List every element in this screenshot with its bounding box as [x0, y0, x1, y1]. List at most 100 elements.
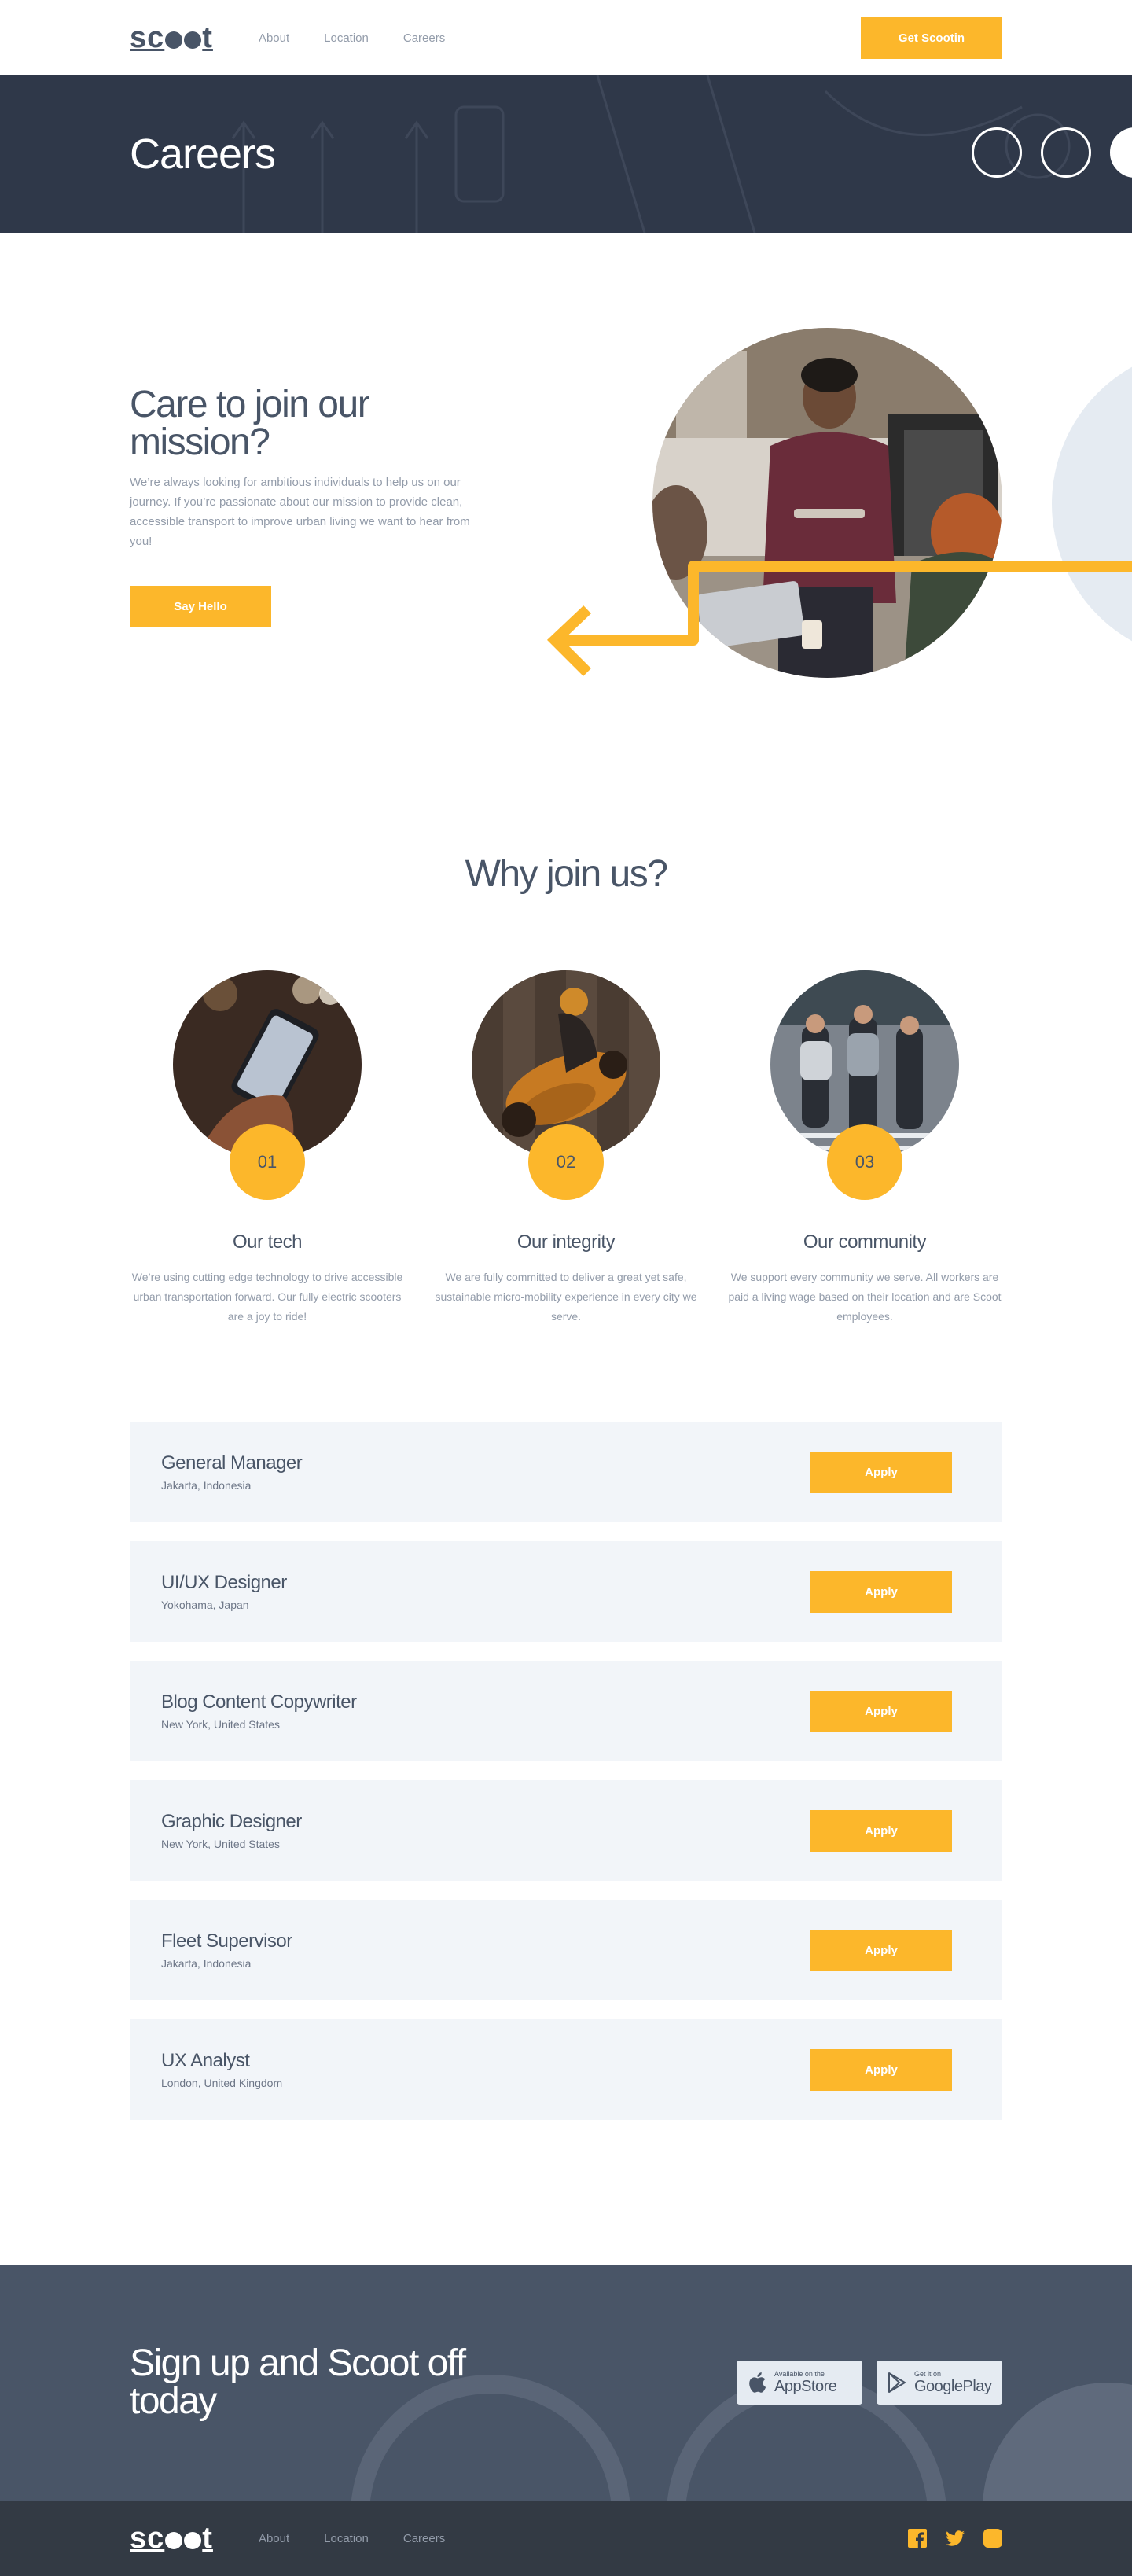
banner-decoration — [972, 127, 1132, 178]
appstore-small-text: Available on the — [774, 2369, 825, 2378]
facebook-icon[interactable] — [908, 2529, 927, 2548]
job-info: Graphic Designer New York, United States — [161, 1811, 810, 1850]
feature-card: 03 Our community We support every commun… — [727, 970, 1002, 1327]
ring-decoration — [972, 127, 1022, 178]
arrow-decoration — [546, 561, 1132, 676]
apply-button[interactable]: Apply — [810, 1690, 952, 1732]
get-scootin-button[interactable]: Get Scootin — [861, 17, 1002, 59]
job-row: Graphic Designer New York, United States… — [130, 1780, 1002, 1881]
ring-decoration — [1041, 127, 1091, 178]
feature-title: Our tech — [232, 1231, 303, 1253]
signup-heading: Sign up and Scoot off today — [130, 2342, 466, 2422]
logo-dot — [165, 2532, 183, 2549]
twitter-icon[interactable] — [946, 2529, 965, 2548]
why-heading: Why join us? — [465, 853, 668, 895]
page-banner: Careers — [0, 75, 1132, 233]
intro-copy: Care to join our mission? We’re always l… — [130, 386, 476, 627]
job-title: General Manager — [161, 1452, 303, 1474]
page-title: Careers — [130, 131, 276, 178]
say-hello-button[interactable]: Say Hello — [130, 586, 271, 627]
job-row: UI/UX Designer Yokohama, Japan Apply — [130, 1541, 1002, 1642]
logo-dot — [165, 31, 183, 49]
job-title: UI/UX Designer — [161, 1572, 287, 1593]
job-info: UI/UX Designer Yokohama, Japan — [161, 1572, 810, 1611]
job-row: Fleet Supervisor Jakarta, Indonesia Appl… — [130, 1900, 1002, 2000]
feature-body: We’re using cutting edge technology to d… — [131, 1271, 403, 1323]
intro-section: Care to join our mission? We’re always l… — [0, 233, 1132, 783]
logo-text-start: sc — [130, 2522, 165, 2555]
feature-list: 01 Our tech We’re using cutting edge tec… — [130, 970, 1002, 1327]
ring-decoration — [1110, 127, 1132, 178]
job-title: UX Analyst — [161, 2050, 250, 2071]
job-list: General Manager Jakarta, Indonesia Apply… — [130, 1373, 1002, 2265]
facebook-glyph — [908, 2529, 927, 2548]
footer-nav-about[interactable]: About — [259, 2532, 289, 2545]
footer-logo[interactable]: sc t — [130, 2523, 213, 2553]
job-location: New York, United States — [161, 1718, 280, 1731]
instagram-icon[interactable] — [983, 2529, 1002, 2548]
apply-button[interactable]: Apply — [810, 1929, 952, 1971]
feature-title: Our community — [803, 1231, 927, 1253]
play-icon — [888, 2372, 906, 2393]
apply-button[interactable]: Apply — [810, 1451, 952, 1493]
nav-location[interactable]: Location — [324, 31, 369, 45]
feature-number: 02 — [528, 1124, 604, 1200]
job-location: Yokohama, Japan — [161, 1599, 249, 1611]
feature-title: Our integrity — [516, 1231, 616, 1253]
signup-section: Sign up and Scoot off today Available on… — [0, 2265, 1132, 2501]
job-info: Blog Content Copywriter New York, United… — [161, 1691, 810, 1731]
apple-icon — [749, 2372, 766, 2393]
feature-body: We are fully committed to deliver a grea… — [435, 1271, 697, 1323]
job-row: UX Analyst London, United Kingdom Apply — [130, 2019, 1002, 2120]
feature-card: 02 Our integrity We are fully committed … — [428, 970, 704, 1327]
footer-nav-careers[interactable]: Careers — [403, 2532, 445, 2545]
logo-text-end: t — [202, 21, 213, 54]
job-title: Graphic Designer — [161, 1811, 302, 1832]
googleplay-label: Get it on GooglePlay — [914, 2369, 992, 2396]
appstore-big-text: AppStore — [774, 2377, 837, 2395]
job-info: Fleet Supervisor Jakarta, Indonesia — [161, 1930, 810, 1970]
intro-heading: Care to join our mission? — [130, 384, 370, 463]
job-title: Blog Content Copywriter — [161, 1691, 357, 1713]
main-nav: About Location Careers — [259, 31, 445, 45]
job-location: Jakarta, Indonesia — [161, 1479, 252, 1492]
job-row: General Manager Jakarta, Indonesia Apply — [130, 1422, 1002, 1522]
social-links — [908, 2529, 1002, 2548]
feature-card: 01 Our tech We’re using cutting edge tec… — [130, 970, 405, 1327]
intro-body: We’re always looking for ambitious indiv… — [130, 476, 470, 548]
googleplay-button[interactable]: Get it on GooglePlay — [877, 2361, 1002, 2405]
job-location: London, United Kingdom — [161, 2077, 283, 2089]
logo-dot — [184, 2532, 202, 2549]
job-title: Fleet Supervisor — [161, 1930, 292, 1952]
circle-decoration — [983, 2383, 1132, 2501]
job-row: Blog Content Copywriter New York, United… — [130, 1661, 1002, 1761]
apply-button[interactable]: Apply — [810, 1809, 952, 1852]
logo-dot — [184, 31, 202, 49]
job-info: UX Analyst London, United Kingdom — [161, 2050, 810, 2089]
googleplay-small-text: Get it on — [914, 2369, 942, 2378]
why-join-section: Why join us? 01 Our tech We’re using cut… — [0, 783, 1132, 1373]
appstore-label: Available on the AppStore — [774, 2369, 837, 2396]
nav-careers[interactable]: Careers — [403, 31, 445, 45]
instagram-glyph — [983, 2529, 1002, 2548]
feature-number: 03 — [827, 1124, 902, 1200]
apply-button[interactable]: Apply — [810, 2048, 952, 2091]
job-location: New York, United States — [161, 1838, 280, 1850]
logo-text-start: sc — [130, 21, 165, 54]
twitter-glyph — [946, 2530, 965, 2546]
footer-nav: About Location Careers — [259, 2532, 445, 2545]
logo[interactable]: sc t — [130, 23, 213, 53]
apply-button[interactable]: Apply — [810, 1570, 952, 1613]
appstore-button[interactable]: Available on the AppStore — [737, 2361, 862, 2405]
googleplay-big-text: GooglePlay — [914, 2377, 992, 2395]
site-footer: sc t About Location Careers — [0, 2501, 1132, 2576]
nav-about[interactable]: About — [259, 31, 289, 45]
site-header: sc t About Location Careers Get Scootin — [0, 0, 1132, 75]
logo-text-end: t — [202, 2522, 213, 2555]
job-location: Jakarta, Indonesia — [161, 1957, 252, 1970]
store-buttons: Available on the AppStore Get it on Goog… — [737, 2361, 1002, 2405]
job-info: General Manager Jakarta, Indonesia — [161, 1452, 810, 1492]
feature-number: 01 — [230, 1124, 305, 1200]
feature-body: We support every community we serve. All… — [728, 1271, 1002, 1323]
footer-nav-location[interactable]: Location — [324, 2532, 369, 2545]
